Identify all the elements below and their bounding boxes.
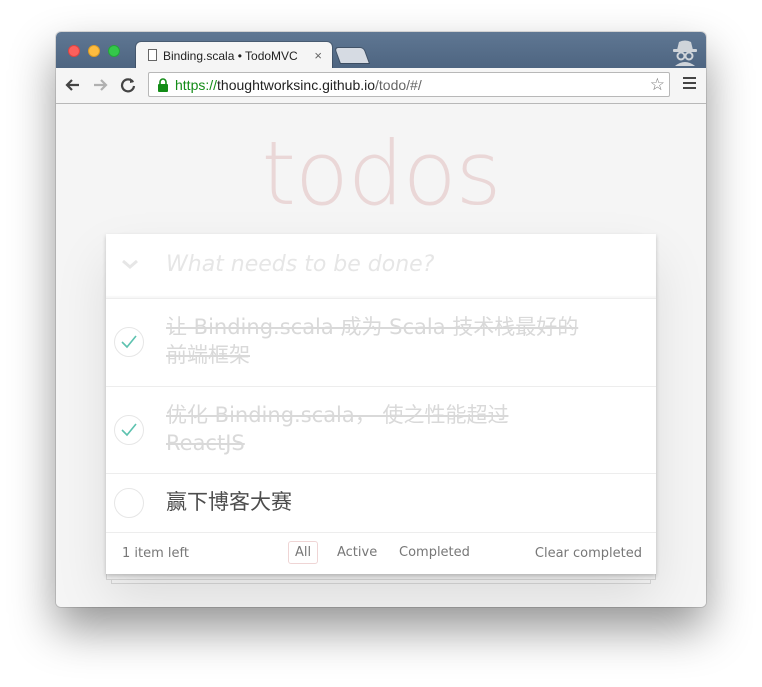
tab-title: Binding.scala • TodoMVC (163, 49, 298, 63)
todo-label[interactable]: 赢下博客大赛 (166, 488, 586, 516)
forward-arrow-icon[interactable] (89, 74, 111, 96)
page-content: todos What needs to be done? 让 Binding.s… (56, 104, 706, 607)
url-text: https://thoughtworksinc.github.io/todo/#… (175, 77, 422, 93)
url-host: thoughtworksinc.github.io (217, 77, 376, 93)
filter-active[interactable]: Active (330, 541, 384, 564)
minimize-window-button[interactable] (88, 45, 100, 57)
app-title: todos (261, 122, 502, 225)
zoom-window-button[interactable] (108, 45, 120, 57)
checkmark-icon (121, 423, 137, 437)
complete-toggle[interactable] (114, 415, 144, 445)
url-path: /todo/#/ (375, 77, 422, 93)
todo-item[interactable]: 优化 Binding.scala， 使之性能超过 ReactJS (106, 387, 656, 474)
todo-app: What needs to be done? 让 Binding.scala 成… (106, 234, 656, 574)
page-icon (148, 49, 157, 61)
address-bar[interactable]: https://thoughtworksinc.github.io/todo/#… (148, 72, 670, 97)
lock-icon (158, 78, 168, 92)
browser-toolbar: https://thoughtworksinc.github.io/todo/#… (56, 68, 706, 104)
todo-label[interactable]: 让 Binding.scala 成为 Scala 技术栈最好的前端框架 (166, 313, 586, 369)
reload-icon[interactable] (117, 74, 139, 96)
complete-toggle[interactable] (114, 488, 144, 518)
star-icon[interactable]: ☆ (650, 74, 665, 96)
back-arrow-icon[interactable] (62, 74, 84, 96)
close-window-button[interactable] (68, 45, 80, 57)
menu-icon[interactable] (683, 77, 696, 89)
new-tab-button[interactable] (335, 48, 369, 63)
chevron-down-icon[interactable] (120, 254, 140, 279)
items-left-count: 1 item left (122, 546, 189, 561)
close-icon[interactable]: × (314, 48, 322, 63)
todo-label[interactable]: 优化 Binding.scala， 使之性能超过 ReactJS (166, 401, 586, 457)
complete-toggle[interactable] (114, 327, 144, 357)
incognito-icon (673, 40, 697, 66)
filter-completed[interactable]: Completed (392, 541, 477, 564)
todo-footer: 1 item left All Active Completed Clear c… (106, 533, 656, 574)
checkmark-icon (121, 335, 137, 349)
browser-tab[interactable]: Binding.scala • TodoMVC × (136, 42, 332, 70)
todo-item[interactable]: 让 Binding.scala 成为 Scala 技术栈最好的前端框架 (106, 299, 656, 387)
todo-item[interactable]: 赢下博客大赛 (106, 474, 656, 533)
browser-window: Binding.scala • TodoMVC × https://though… (56, 32, 706, 607)
new-todo-input[interactable]: What needs to be done? (166, 252, 434, 277)
url-scheme: https:// (175, 77, 218, 93)
title-bar: Binding.scala • TodoMVC × (56, 32, 706, 70)
filter-all[interactable]: All (288, 541, 319, 564)
new-todo-row: What needs to be done? (106, 234, 656, 299)
clear-completed-button[interactable]: Clear completed (535, 546, 642, 561)
